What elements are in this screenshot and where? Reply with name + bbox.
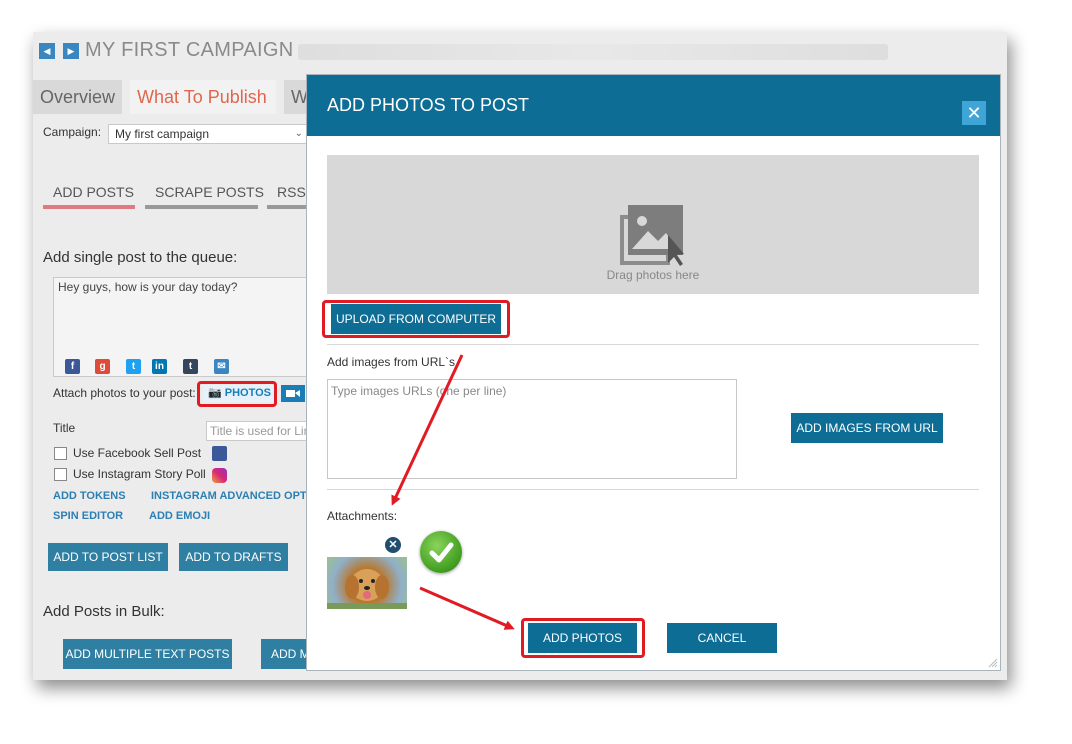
subtab-add-posts[interactable]: ADD POSTS (53, 184, 134, 200)
subtab-underline (267, 205, 307, 209)
cancel-button[interactable]: CANCEL (667, 623, 777, 653)
divider (327, 344, 979, 345)
divider (327, 489, 979, 490)
photo-dropzone[interactable]: Drag photos here (327, 155, 979, 294)
bulk-title: Add Posts in Bulk: (43, 603, 165, 620)
subtab-underline-active (43, 205, 135, 209)
chevron-down-icon: ⌄ (294, 128, 303, 139)
image-urls-placeholder: Type images URLs (one per line) (331, 384, 507, 398)
add-images-from-url-button[interactable]: ADD IMAGES FROM URL (791, 413, 943, 443)
linkedin-icon[interactable]: in (152, 359, 167, 374)
tab-overview[interactable]: Overview (33, 80, 122, 114)
campaign-header: ◀ ▶ MY FIRST CAMPAIGN (33, 32, 1007, 72)
attach-photos-label: Attach photos to your post: (53, 386, 196, 400)
subtab-rss[interactable]: RSS (277, 184, 306, 200)
add-to-post-list-button[interactable]: ADD TO POST LIST (48, 543, 168, 571)
drag-photos-text: Drag photos here (606, 268, 700, 282)
blurred-bar (298, 44, 888, 60)
instagram-advanced-link[interactable]: INSTAGRAM ADVANCED OPTI (151, 490, 310, 502)
subtab-scrape-posts[interactable]: SCRAPE POSTS (155, 184, 264, 200)
add-photos-modal: ADD PHOTOS TO POST ✕ Drag photos here UP… (306, 74, 1001, 671)
modal-title: ADD PHOTOS TO POST (327, 95, 530, 115)
title-input[interactable]: Title is used for Lin (206, 421, 316, 441)
add-tokens-link[interactable]: ADD TOKENS (53, 490, 126, 502)
instagram-icon (212, 468, 227, 483)
add-to-drafts-button[interactable]: ADD TO DRAFTS (179, 543, 288, 571)
title-input-placeholder: Title is used for Lin (210, 424, 311, 438)
campaign-title: MY FIRST CAMPAIGN (85, 39, 294, 61)
instagram-poll-label: Use Instagram Story Poll (73, 467, 206, 481)
single-post-title: Add single post to the queue: (43, 249, 238, 266)
resize-grip-icon[interactable] (988, 658, 998, 668)
url-section-label: Add images from URL`s (327, 355, 456, 369)
app-window: ◀ ▶ MY FIRST CAMPAIGN Overview What To P… (33, 32, 1007, 680)
success-check-icon (420, 531, 462, 573)
highlight-photos (197, 381, 277, 407)
close-icon[interactable]: ✕ (962, 101, 986, 125)
subtab-underline (145, 205, 258, 209)
highlight-add-photos (521, 618, 645, 658)
image-urls-textarea[interactable]: Type images URLs (one per line) (327, 379, 737, 479)
remove-attachment-icon[interactable]: ✕ (385, 537, 401, 553)
add-emoji-link[interactable]: ADD EMOJI (149, 510, 210, 522)
puppy-image (327, 569, 407, 609)
prev-arrow-icon[interactable]: ◀ (39, 43, 55, 59)
tab-what-to-publish[interactable]: What To Publish (130, 80, 276, 114)
modal-header: ADD PHOTOS TO POST ✕ (307, 75, 1000, 136)
image-gallery-icon (620, 205, 684, 266)
video-icon (286, 390, 300, 397)
video-button[interactable] (281, 385, 305, 402)
facebook-sell-checkbox[interactable] (54, 447, 67, 460)
facebook-icon[interactable]: f (65, 359, 80, 374)
spin-editor-link[interactable]: SPIN EDITOR (53, 510, 123, 522)
attachment-thumbnail (327, 557, 407, 609)
facebook-sell-label: Use Facebook Sell Post (73, 446, 202, 460)
campaign-select[interactable]: My first campaign ⌄ (108, 124, 308, 144)
campaign-label: Campaign: (43, 125, 102, 139)
add-multiple-text-posts-button[interactable]: ADD MULTIPLE TEXT POSTS (63, 639, 232, 669)
google-plus-icon[interactable]: g (95, 359, 110, 374)
next-arrow-icon[interactable]: ▶ (63, 43, 79, 59)
post-text: Hey guys, how is your day today? (58, 280, 238, 294)
campaign-select-value: My first campaign (115, 127, 210, 141)
title-label: Title (53, 421, 76, 435)
facebook-icon (212, 446, 227, 461)
tumblr-icon[interactable]: t (183, 359, 198, 374)
email-icon[interactable]: ✉ (214, 359, 229, 374)
twitter-icon[interactable]: t (126, 359, 141, 374)
highlight-upload (322, 300, 510, 338)
instagram-poll-checkbox[interactable] (54, 468, 67, 481)
attachments-label: Attachments: (327, 509, 398, 523)
